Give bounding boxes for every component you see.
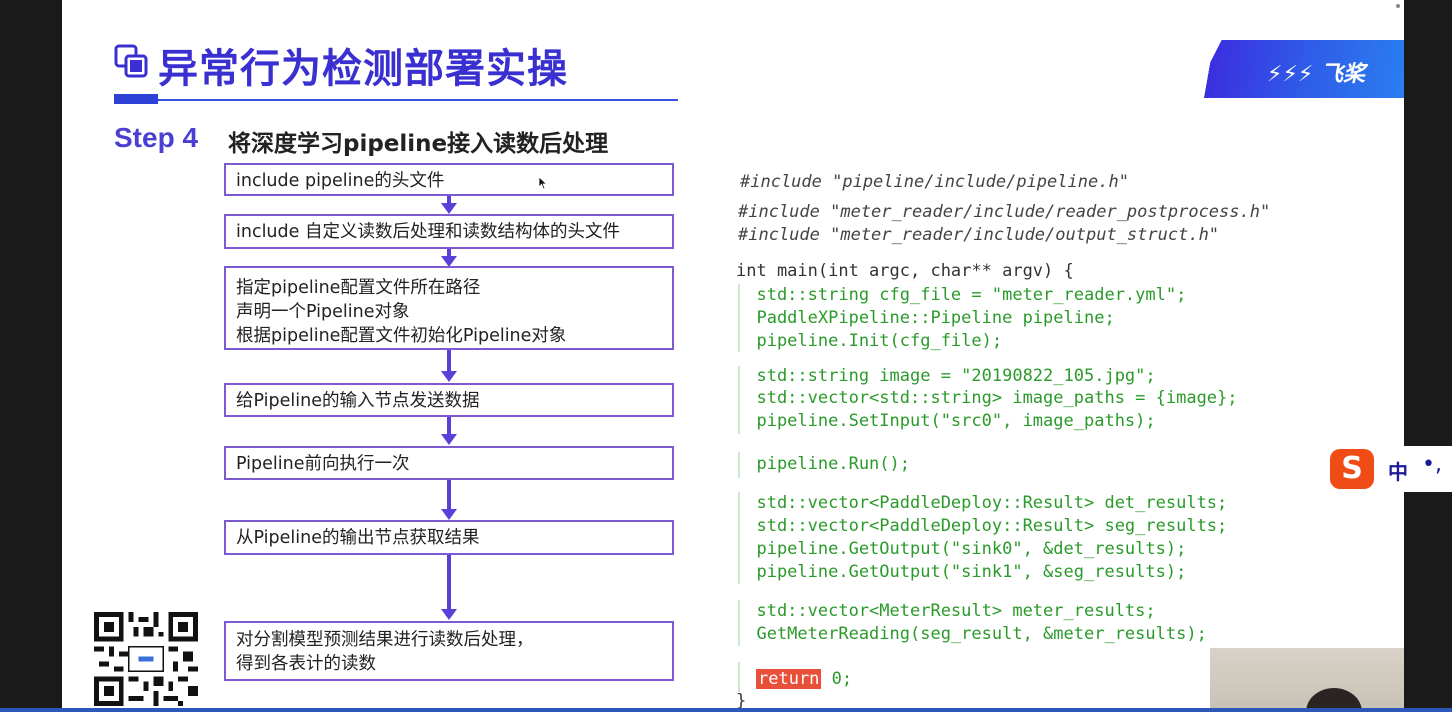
code-line: #include "meter_reader/include/reader_po… [738,202,1271,222]
title-underline-accent [114,94,158,104]
code-line: #include "pipeline/include/pipeline.h" [740,172,1129,192]
ime-toolbar[interactable]: S 中 •, [1330,446,1452,492]
flow-arrow [441,350,457,382]
window-bottom-strip [0,708,1452,712]
flow-arrow [441,249,457,267]
flow-arrow [441,196,457,214]
code-line: std::vector<PaddleDeploy::Result> seg_re… [736,516,1228,536]
code-line: pipeline.SetInput("src0", image_paths); [736,411,1156,431]
code-line: std::vector<PaddleDeploy::Result> det_re… [736,493,1228,513]
code-line: } [736,691,747,708]
slide-title: 异常行为检测部署实操 [158,46,568,92]
code-line: std::string cfg_file = "meter_reader.yml… [736,285,1187,305]
presenter-head [1306,688,1362,708]
slide: 异常行为检测部署实操 ⚡⚡⚡ 飞桨 Step 4 将深度学习pipeline接入… [62,0,1404,708]
ime-chinese-mode-button[interactable]: 中 [1388,456,1408,485]
code-line: pipeline.Init(cfg_file); [736,331,1003,351]
paddle-logo-text: ⚡⚡⚡ 飞桨 [1267,62,1366,87]
flow-step-7: 对分割模型预测结果进行读数后处理， 得到各表计的读数 [224,621,674,681]
block-gutter [738,662,740,692]
flow-step-3: 指定pipeline配置文件所在路径 声明一个Pipeline对象 根据pipe… [224,266,674,350]
step-number: Step 4 [114,122,199,153]
flow-step-5: Pipeline前向执行一次 [224,446,674,480]
flow-arrow [441,555,457,620]
code-line: std::string image = "20190822_105.jpg"; [736,366,1156,386]
webcam-overlay [1210,648,1404,708]
flow-arrow [441,417,457,445]
flow-arrow [441,480,457,520]
flow-step-1: include pipeline的头文件 [224,163,674,196]
code-line: std::vector<std::string> image_paths = {… [736,388,1238,408]
sogou-logo-icon[interactable]: S [1330,449,1374,489]
code-line: #include "meter_reader/include/output_st… [738,225,1220,245]
code-line: int main(int argc, char** argv) { [736,261,1074,281]
code-line: PaddleXPipeline::Pipeline pipeline; [736,308,1115,328]
copy-squares-icon [114,44,148,78]
code-line-return: return 0; [756,669,853,689]
step-description: 将深度学习pipeline接入读数后处理 [228,131,609,157]
flow-step-4: 给Pipeline的输入节点发送数据 [224,383,674,417]
qr-code-image [94,612,198,706]
flow-step-6: 从Pipeline的输出节点获取结果 [224,520,674,555]
code-line: GetMeterReading(seg_result, &meter_resul… [736,624,1207,644]
code-line: std::vector<MeterResult> meter_results; [736,601,1156,621]
window-corner-dot [1396,4,1400,8]
return-keyword: return [756,669,822,689]
ime-punctuation-button[interactable]: •, [1422,452,1442,477]
title-underline [158,99,678,101]
flow-step-2: include 自定义读数后处理和读数结构体的头文件 [224,214,674,249]
mouse-cursor-icon [538,176,548,190]
code-line: pipeline.Run(); [736,454,910,474]
paddle-mark-icon: ⚡⚡⚡ [1267,62,1322,87]
code-line: pipeline.GetOutput("sink1", &seg_results… [736,562,1187,582]
code-line: pipeline.GetOutput("sink0", &det_results… [736,539,1187,559]
